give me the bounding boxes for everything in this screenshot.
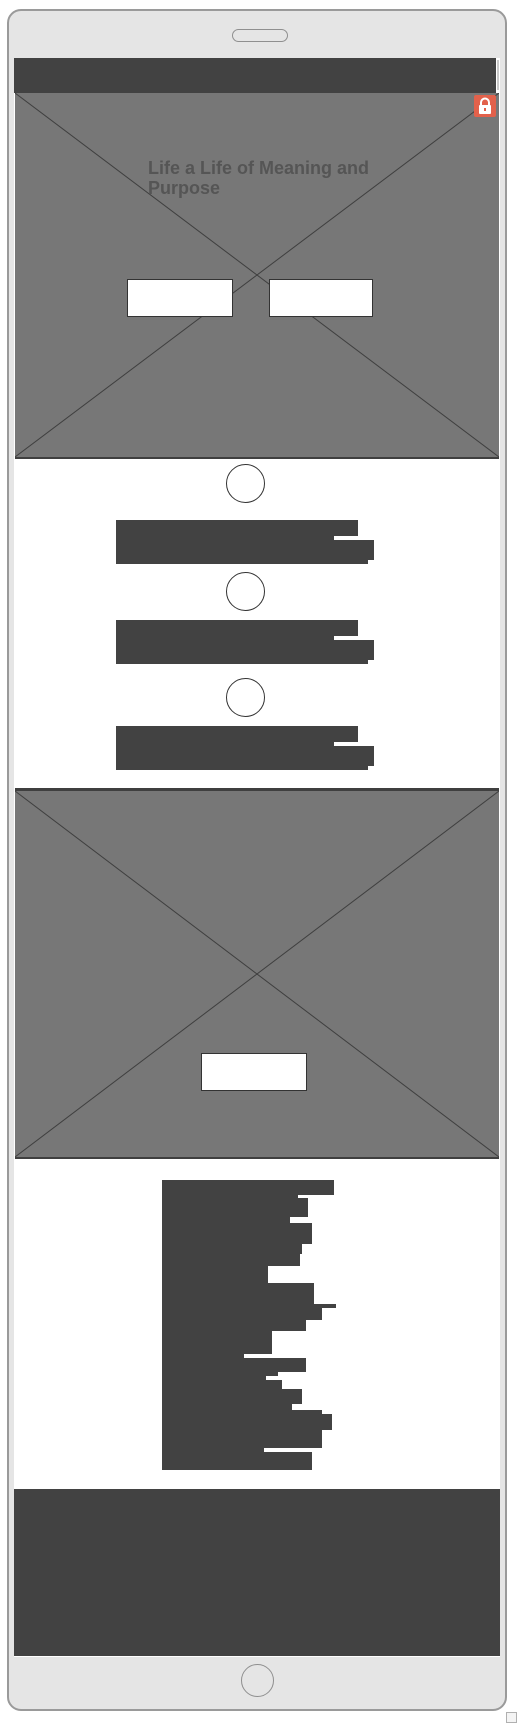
top-navigation-bar [14,58,496,93]
text-line-placeholder [116,766,368,770]
text-line-placeholder [162,1244,302,1254]
text-line-placeholder [162,1320,306,1331]
feature-circle-icon [226,572,265,611]
text-line-placeholder [334,746,374,766]
text-line-placeholder [334,540,374,560]
lock-icon[interactable] [474,95,496,117]
text-line-placeholder [116,726,358,742]
text-line-placeholder [162,1198,308,1217]
text-line-placeholder [162,1223,312,1244]
feature-circle-icon [226,678,265,717]
hero-image-placeholder [15,93,499,459]
text-line-placeholder [162,1180,334,1195]
footer [14,1489,500,1656]
text-line-placeholder [116,620,358,636]
scrollbar-thumb[interactable] [497,60,499,90]
text-line-placeholder [162,1266,268,1283]
text-line-placeholder [116,520,358,536]
text-line-placeholder [162,1380,282,1389]
text-line-placeholder [162,1308,322,1320]
text-line-placeholder [162,1452,312,1470]
hero-title: Life a Life of Meaning and Purpose [148,158,370,198]
device-speaker [232,29,288,42]
text-line-placeholder [116,660,368,664]
text-line-placeholder [162,1331,272,1354]
hero-primary-button[interactable] [127,279,233,317]
text-line-placeholder [162,1389,302,1404]
resize-handle[interactable] [506,1712,517,1723]
text-line-placeholder [116,636,334,660]
banner-image-placeholder [15,791,499,1159]
hero-secondary-button[interactable] [269,279,373,317]
device-home-button[interactable] [241,1664,274,1697]
text-line-placeholder [162,1283,314,1304]
text-line-placeholder [116,560,368,564]
text-line-placeholder [162,1358,306,1372]
text-line-placeholder [116,742,334,766]
text-line-placeholder [334,640,374,660]
text-line-placeholder [162,1254,300,1266]
feature-circle-icon [226,464,265,503]
text-line-placeholder [162,1414,332,1430]
banner-button[interactable] [201,1053,307,1091]
text-line-placeholder [116,536,334,560]
text-line-placeholder [162,1430,322,1448]
